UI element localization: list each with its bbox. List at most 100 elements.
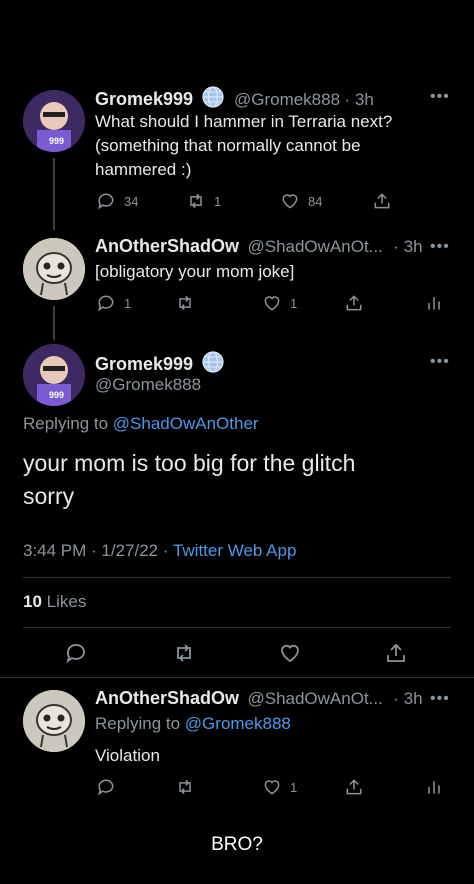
globe-icon [201,351,224,378]
analytics-icon [428,781,440,794]
reply-text: Violation [95,746,160,765]
reply-button[interactable] [64,641,88,665]
main-author: Gromek999 [95,351,224,378]
heart-icon [264,296,280,311]
main-handle[interactable]: @Gromek888 [95,375,201,395]
tweet1-handle[interactable]: @Gromek888 [234,90,340,109]
retweet-button[interactable]: 1 [186,191,221,211]
share-icon [387,643,405,662]
analytics-icon [428,297,440,310]
tweet1-header: Gromek999 @Gromek888 · 3h [95,86,374,113]
divider [23,577,451,578]
avatar-gromek[interactable]: 999 [23,90,85,152]
reply-icon [98,779,114,796]
tweet1-text-line: hammered :) [95,160,192,179]
retweet-button[interactable] [175,293,195,313]
globe-icon [201,86,224,113]
main-tweet-text-line: your mom is too big for the glitch [23,450,356,476]
like-button[interactable]: 1 [262,777,297,797]
divider [0,677,474,678]
like-count: 84 [308,193,323,209]
more-icon[interactable]: ••• [430,353,450,371]
avatar-art: 999 [23,90,85,152]
retweet-button[interactable] [175,777,195,797]
replying-to-link[interactable]: @Gromek888 [185,714,291,733]
tweet2-time[interactable]: · 3h [393,237,422,256]
retweet-icon [177,644,191,662]
main-tweet-text: your mom is too big for the glitch sorry [23,447,355,513]
tweet1-text: What should I hammer in Terraria next? (… [95,110,455,182]
like-button[interactable] [278,641,302,665]
share-icon [346,779,362,795]
thread-connector [53,158,55,230]
analytics-button[interactable] [424,293,444,313]
analytics-button[interactable] [424,777,444,797]
share-button[interactable] [372,191,392,211]
tweet1-author-name[interactable]: Gromek999 [95,89,193,109]
svg-text:999: 999 [49,390,64,400]
tweet2-text: [obligatory your mom joke] [95,262,295,281]
reply-author-name[interactable]: AnOtherShadOw [95,688,239,708]
more-icon[interactable]: ••• [430,88,450,106]
avatar-shadow[interactable] [23,690,85,752]
tweet-source[interactable]: Twitter Web App [173,541,296,560]
main-author-name[interactable]: Gromek999 [95,354,193,374]
reply-count: 34 [124,193,139,209]
likes-count: 10 [23,592,42,611]
retweet-button[interactable] [172,641,196,665]
avatar-art: 999 [23,344,85,406]
avatar-gromek[interactable]: 999 [23,344,85,406]
share-button[interactable] [344,777,364,797]
tweet1-text-line: What should I hammer in Terraria next? [95,112,393,131]
heart-icon [281,644,299,663]
like-count: 1 [290,779,298,795]
thread-connector [53,306,55,340]
share-button[interactable] [384,641,408,665]
reply-icon [66,644,85,664]
tweet1-time[interactable]: · 3h [345,90,374,109]
reply-button[interactable]: 1 [96,293,131,313]
caption-text: BRO? [211,834,263,855]
tweet2-header: AnOtherShadOw @ShadOwAnOt... · 3h [95,236,423,257]
share-icon [346,295,362,311]
tweet2-handle[interactable]: @ShadOwAnOt... [247,237,382,256]
retweet-icon [179,295,191,311]
tweet-timestamp[interactable]: 3:44 PM · 1/27/22 · [23,541,169,560]
tweet-meta: 3:44 PM · 1/27/22 · Twitter Web App [23,541,296,561]
more-icon[interactable]: ••• [430,238,450,256]
like-button[interactable]: 1 [262,293,297,313]
reply-handle[interactable]: @ShadOwAnOt... [247,689,382,708]
reply-count: 1 [124,295,132,311]
reply-icon [98,193,114,210]
like-button[interactable]: 84 [280,191,322,211]
tweet2-author-name[interactable]: AnOtherShadOw [95,236,239,256]
replying-to: Replying to @ShadOwAnOther [23,414,259,434]
reply-button[interactable]: 34 [96,191,138,211]
retweet-icon [179,779,191,795]
more-icon[interactable]: ••• [430,690,450,708]
retweet-icon [190,193,202,209]
tweet1-text-line: (something that normally cannot be [95,136,361,155]
replying-to-link[interactable]: @ShadOwAnOther [113,414,259,433]
avatar-shadow[interactable] [23,238,85,300]
main-tweet-text-line: sorry [23,483,75,509]
share-icon [374,193,390,209]
retweet-count: 1 [214,193,222,209]
replying-prefix: Replying to [95,714,181,733]
reply-icon [98,295,114,312]
reply-time[interactable]: · 3h [393,689,422,708]
divider [23,627,451,628]
avatar-art [23,238,85,300]
heart-icon [264,780,280,795]
likes-label: Likes [46,592,87,611]
reply-button[interactable] [96,777,116,797]
svg-text:999: 999 [49,136,64,146]
heart-icon [282,194,298,209]
share-button[interactable] [344,293,364,313]
likes-summary[interactable]: 10 Likes [23,592,86,612]
reply-replying-to: Replying to @Gromek888 [95,714,291,734]
like-count: 1 [290,295,298,311]
replying-prefix: Replying to [23,414,109,433]
avatar-art [23,690,85,752]
reply-header: AnOtherShadOw @ShadOwAnOt... · 3h [95,688,423,709]
